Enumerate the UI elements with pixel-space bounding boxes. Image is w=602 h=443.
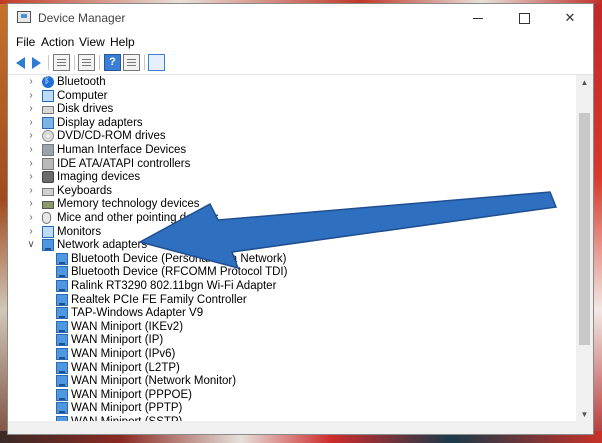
- network-adapter-label: Realtek PCIe FE Family Controller: [71, 293, 247, 306]
- vertical-scrollbar[interactable]: ▲ ▼: [576, 75, 593, 423]
- network-adapter-label: WAN Miniport (PPPOE): [71, 388, 192, 401]
- help-button[interactable]: ?: [104, 54, 121, 71]
- expand-chevron-icon[interactable]: ›: [26, 129, 36, 143]
- toolbar-separator: [74, 55, 75, 70]
- device-tree[interactable]: › Bluetooth › Computer › Disk drives › Display …: [8, 75, 576, 423]
- expand-chevron-icon[interactable]: ›: [26, 184, 36, 198]
- network-adapter-label: WAN Miniport (L2TP): [71, 361, 180, 374]
- network-adapter-label: WAN Miniport (Network Monitor): [71, 375, 237, 388]
- expand-chevron-icon[interactable]: ›: [26, 211, 36, 225]
- tree-category-label: Display adapters: [57, 116, 143, 129]
- window-title: Device Manager: [38, 11, 126, 25]
- tree-category-label: IDE ATA/ATAPI controllers: [57, 157, 191, 170]
- network-adapter-label: Ralink RT3290 802.11bgn Wi-Fi Adapter: [71, 280, 277, 292]
- title-bar[interactable]: Device Manager ✕: [8, 4, 593, 32]
- network-adapter-icon: [56, 334, 68, 347]
- expand-chevron-icon[interactable]: ›: [26, 170, 36, 184]
- minimize-icon: [473, 18, 483, 20]
- close-icon: ✕: [564, 10, 576, 25]
- expand-chevron-icon[interactable]: ›: [26, 143, 36, 157]
- disk-drive-icon: [42, 106, 54, 115]
- network-adapter-label: WAN Miniport (IP): [71, 334, 164, 347]
- update-driver-button[interactable]: [78, 54, 95, 71]
- horizontal-scrollbar[interactable]: [8, 421, 593, 434]
- network-adapter-label: Bluetooth Device (RFCOMM Protocol TDI): [71, 266, 288, 279]
- tree-category-label: Disk drives: [57, 103, 114, 116]
- network-adapter-label: WAN Miniport (IPv6): [71, 348, 176, 360]
- network-adapter-icon: [56, 307, 68, 320]
- ide-controller-icon: [42, 157, 54, 170]
- expand-chevron-icon[interactable]: ›: [26, 89, 36, 103]
- network-adapter-label: WAN Miniport (IKEv2): [71, 320, 184, 333]
- menu-file[interactable]: File: [16, 35, 35, 49]
- device-list-button[interactable]: [123, 54, 140, 71]
- close-button[interactable]: ✕: [547, 4, 593, 32]
- bluetooth-icon: [42, 75, 54, 88]
- expand-chevron-icon[interactable]: ›: [26, 197, 36, 211]
- back-button[interactable]: [12, 54, 29, 71]
- tree-category-label: Computer: [57, 89, 108, 102]
- back-arrow-icon: [16, 57, 25, 69]
- expand-chevron-icon[interactable]: ›: [26, 225, 36, 239]
- menu-view[interactable]: View: [79, 35, 105, 49]
- network-adapter-label: Bluetooth Device (Personal Area Network): [71, 252, 287, 265]
- tree-category-label: Imaging devices: [57, 171, 141, 184]
- toolbar-separator: [99, 55, 100, 70]
- collapse-chevron-icon[interactable]: ∨: [26, 238, 36, 252]
- network-adapter-icon: [42, 239, 54, 252]
- tree-category-label: Human Interface Devices: [57, 144, 187, 156]
- menu-action[interactable]: Action: [41, 35, 74, 49]
- camera-icon: [42, 171, 54, 184]
- network-adapter-label: TAP-Windows Adapter V9: [71, 307, 204, 320]
- network-adapter-icon: [56, 388, 68, 401]
- tree-category-label: Bluetooth: [57, 76, 106, 88]
- hid-icon: [42, 144, 54, 156]
- computer-icon: [42, 89, 54, 102]
- tree-category-label: Network adapters: [57, 239, 148, 252]
- network-adapter-icon: [56, 293, 68, 306]
- toolbar-separator: [144, 55, 145, 70]
- toolbar-separator: [48, 55, 49, 70]
- tree-category-label: Monitors: [57, 225, 102, 238]
- tree-category-label: Keyboards: [57, 184, 112, 197]
- network-adapter-icon: [56, 348, 68, 360]
- scan-hardware-button[interactable]: [148, 54, 165, 71]
- scroll-up-button[interactable]: ▲: [576, 75, 593, 91]
- display-adapter-icon: [42, 116, 54, 129]
- properties-button[interactable]: [53, 54, 70, 71]
- network-adapter-icon: [56, 252, 68, 265]
- tree-category-label: Memory technology devices: [57, 198, 200, 211]
- expand-chevron-icon[interactable]: ›: [26, 157, 36, 171]
- network-adapter-icon: [56, 361, 68, 374]
- scroll-thumb[interactable]: [579, 113, 590, 345]
- keyboard-icon: [42, 187, 54, 196]
- minimize-button[interactable]: [455, 4, 501, 32]
- memory-icon: [42, 201, 54, 210]
- forward-arrow-icon: [32, 57, 41, 69]
- network-adapter-icon: [56, 402, 68, 415]
- monitor-icon: [42, 225, 54, 238]
- mouse-icon: [42, 212, 51, 224]
- network-adapter-icon: [56, 280, 68, 292]
- expand-chevron-icon[interactable]: ›: [26, 75, 36, 89]
- device-manager-icon: [17, 11, 31, 23]
- maximize-button[interactable]: [501, 4, 547, 32]
- toolbar: ?: [8, 52, 593, 75]
- tree-category-label: Mice and other pointing devices: [57, 212, 219, 224]
- dvd-icon: [42, 130, 54, 143]
- device-manager-window: Device Manager ✕ File Action View Help ?…: [7, 3, 594, 435]
- expand-chevron-icon[interactable]: ›: [26, 116, 36, 130]
- network-adapter-label: WAN Miniport (PPTP): [71, 402, 183, 415]
- expand-chevron-icon[interactable]: ›: [26, 102, 36, 116]
- network-adapter-icon: [56, 375, 68, 388]
- forward-button[interactable]: [28, 54, 45, 71]
- menu-bar: File Action View Help: [8, 32, 593, 52]
- network-adapter-icon: [56, 266, 68, 279]
- network-adapter-icon: [56, 320, 68, 333]
- help-icon: ?: [109, 56, 116, 68]
- menu-help[interactable]: Help: [110, 35, 135, 49]
- tree-category-label: DVD/CD-ROM drives: [57, 130, 166, 143]
- maximize-icon: [518, 13, 530, 25]
